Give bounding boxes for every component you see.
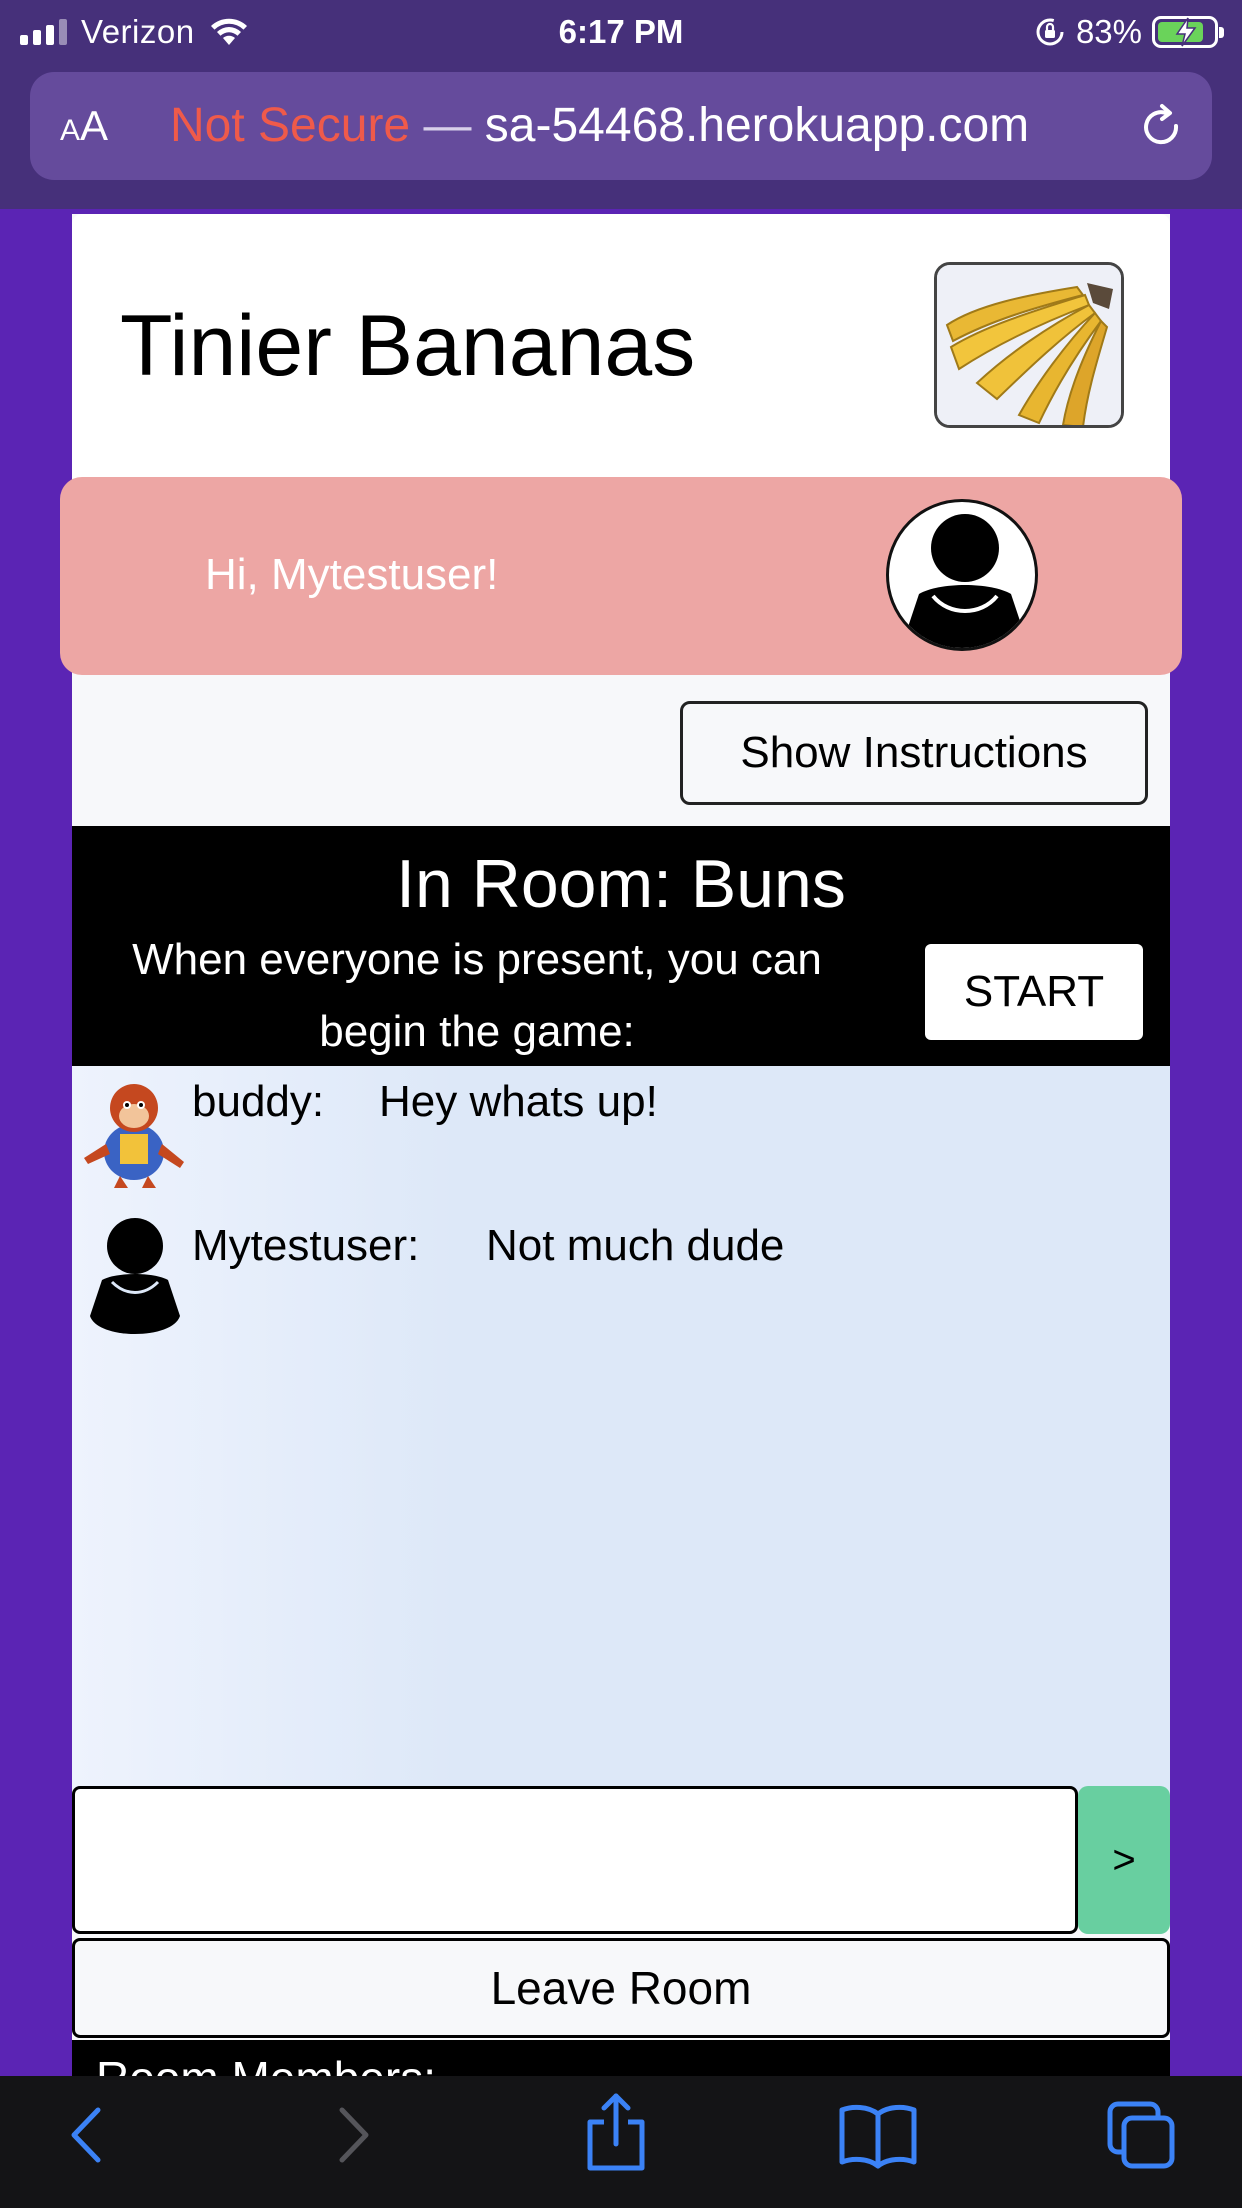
status-bar: Verizon 6:17 PM 83% [0, 0, 1242, 64]
url-separator: — [410, 99, 485, 152]
bananas-logo [934, 262, 1124, 428]
share-icon[interactable] [584, 2090, 648, 2174]
battery-percent: 83% [1075, 13, 1142, 50]
chat-log[interactable]: buddy: Hey whats up! Mytestuser: Not muc… [72, 1066, 1170, 1796]
room-banner: In Room: Buns When everyone is present, … [72, 826, 1170, 1066]
user-silhouette-icon [886, 499, 1038, 651]
chat-message: Mytestuser: Not much dude [72, 1210, 1170, 1340]
tabs-icon[interactable] [1106, 2100, 1178, 2172]
composer: > [72, 1786, 1170, 1936]
back-icon[interactable] [62, 2100, 110, 2170]
battery-charging-icon [1152, 16, 1224, 48]
user-silhouette-icon [90, 1218, 180, 1334]
room-title: In Room: Buns [396, 846, 846, 922]
site-header: Tinier Bananas [72, 214, 1170, 484]
chat-message: buddy: Hey whats up! [72, 1066, 1170, 1196]
chat-username: buddy: [192, 1077, 325, 1126]
reload-icon[interactable] [1136, 102, 1186, 152]
greeting-panel: Hi, Mytestuser! [60, 477, 1182, 675]
room-members-section: Room Members: [72, 2040, 1170, 2076]
text-size-button[interactable]: AA [60, 100, 108, 157]
browser-address-area: AA Not Secure — sa-54468.herokuapp.com [0, 64, 1242, 209]
status-right: 83% [1034, 10, 1224, 54]
address-bar[interactable]: AA Not Secure — sa-54468.herokuapp.com [30, 72, 1212, 180]
bookmarks-icon[interactable] [838, 2100, 918, 2170]
message-input[interactable] [72, 1786, 1078, 1934]
url-display[interactable]: Not Secure — sa-54468.herokuapp.com [170, 98, 1029, 154]
monkey-avatar [84, 1084, 184, 1188]
site-title: Tinier Bananas [120, 298, 696, 394]
greeting-text: Hi, Mytestuser! [205, 550, 499, 599]
show-instructions-button[interactable]: Show Instructions [680, 701, 1148, 805]
not-secure-label: Not Secure [170, 99, 411, 152]
forward-icon[interactable] [330, 2100, 378, 2170]
send-button[interactable]: > [1078, 1786, 1170, 1934]
start-button[interactable]: START [925, 944, 1143, 1040]
chat-text: Not much dude [486, 1221, 785, 1270]
browser-toolbar [0, 2076, 1242, 2208]
chat-text: Hey whats up! [379, 1077, 658, 1126]
url-host: sa-54468.herokuapp.com [484, 99, 1030, 152]
leave-room-button[interactable]: Leave Room [72, 1938, 1170, 2038]
room-members-heading: Room Members: [96, 2050, 436, 2076]
orientation-lock-icon [1036, 18, 1064, 46]
chat-username: Mytestuser: [192, 1221, 420, 1270]
room-hint: When everyone is present, you can begin … [132, 935, 822, 1056]
